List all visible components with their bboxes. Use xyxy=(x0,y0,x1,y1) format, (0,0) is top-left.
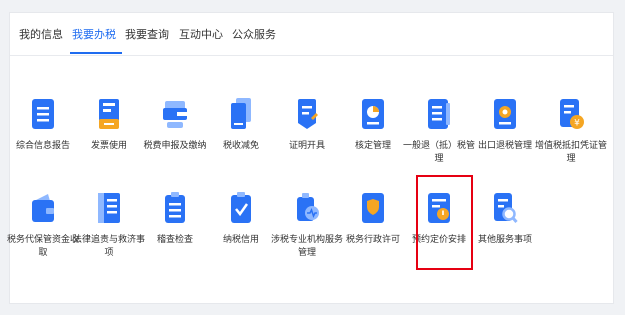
service-label: 其他服务事项 xyxy=(477,235,532,245)
tab-public-service[interactable]: 公众服务 xyxy=(232,26,276,42)
top-tab-bar: 我的信息 我要办税 我要查询 互动中心 公众服务 xyxy=(10,13,613,56)
service-tile-comprehensive-info-report[interactable]: 综合信息报告 xyxy=(10,87,76,175)
certificate-pen-icon xyxy=(298,99,318,129)
service-tile-tax-custody-funds[interactable]: 税务代保管资金收取 xyxy=(7,181,79,269)
active-tab-indicator xyxy=(70,52,122,54)
service-tile-tax-agency-management[interactable]: 涉税专业机构服务管理 xyxy=(271,181,343,269)
service-panel: 我的信息 我要办税 我要查询 互动中心 公众服务 综合信息报告 发票使用 税费申… xyxy=(7,12,614,304)
service-tile-verification-management[interactable]: 核定管理 xyxy=(340,87,406,175)
tab-interaction-center[interactable]: 互动中心 xyxy=(179,26,223,42)
wallet-icon xyxy=(32,194,54,222)
wallet-card-icon xyxy=(163,101,187,128)
tab-query[interactable]: 我要查询 xyxy=(125,26,169,42)
law-book-icon xyxy=(98,193,120,223)
service-tile-general-refund[interactable]: 一般退（抵）税管理 xyxy=(403,87,475,175)
service-tile-vat-voucher[interactable]: ¥ 增值税抵扣凭证管理 xyxy=(535,87,607,175)
stacked-document-icon xyxy=(231,98,251,129)
agency-briefcase-icon xyxy=(297,193,319,221)
service-tile-tax-credit[interactable]: 纳税信用 xyxy=(208,181,274,269)
service-tile-legal-accountability[interactable]: 法律追责与救济事项 xyxy=(73,181,145,269)
tab-my-info[interactable]: 我的信息 xyxy=(19,26,63,42)
export-refund-icon xyxy=(494,99,516,129)
chart-document-icon xyxy=(362,99,384,129)
credit-check-icon xyxy=(231,192,251,223)
svg-text:¥: ¥ xyxy=(574,119,580,129)
invoice-icon xyxy=(99,99,119,129)
document-list-icon xyxy=(32,99,54,129)
service-tile-other-services[interactable]: 其他服务事项 xyxy=(472,181,538,269)
service-tile-tax-reduction[interactable]: 税收减免 xyxy=(208,87,274,175)
shield-permit-icon xyxy=(362,193,384,223)
service-tile-invoice-use[interactable]: 发票使用 xyxy=(76,87,142,175)
service-label: 增值税抵扣凭证管理 xyxy=(534,141,607,164)
search-document-icon xyxy=(494,193,518,223)
service-tile-administrative-permit[interactable]: 税务行政许可 xyxy=(340,181,406,269)
service-tile-inspection[interactable]: 稽查检查 xyxy=(142,181,208,269)
service-tile-certificate-issuing[interactable]: 证明开具 xyxy=(274,87,340,175)
service-tile-export-refund[interactable]: 出口退税管理 xyxy=(472,87,538,175)
inspection-clipboard-icon xyxy=(165,192,185,223)
service-tile-tax-declaration-payment[interactable]: 税费申报及缴纳 xyxy=(142,87,208,175)
refund-list-icon xyxy=(428,99,450,129)
highlight-box xyxy=(416,175,473,270)
vat-voucher-icon: ¥ xyxy=(560,99,584,129)
tab-tax-handling[interactable]: 我要办税 xyxy=(72,26,116,42)
